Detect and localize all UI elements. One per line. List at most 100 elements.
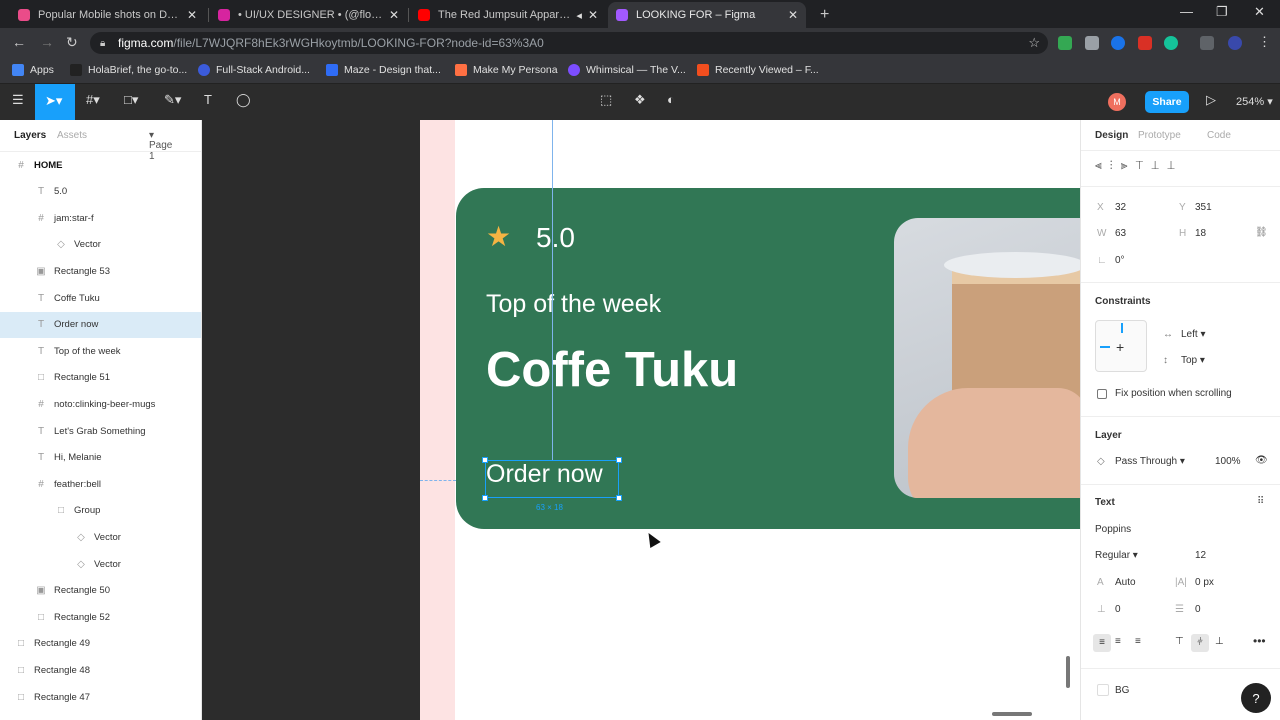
- bookmark-item[interactable]: Make My Persona: [455, 64, 558, 76]
- bookmark-item[interactable]: Apps: [12, 64, 54, 76]
- layer-row[interactable]: T Hi, Melanie: [0, 445, 201, 471]
- zoom-level[interactable]: 254% ▾: [1236, 95, 1273, 108]
- comment-tool-icon[interactable]: ◯: [236, 92, 251, 108]
- resize-handle[interactable]: [616, 495, 622, 501]
- present-icon[interactable]: ▷: [1206, 92, 1216, 108]
- extension-icon[interactable]: [1058, 36, 1072, 50]
- url-input[interactable]: 🔒︎ figma.com/file/L7WJQRF8hEk3rWGHkoytmb…: [90, 32, 1048, 54]
- bookmark-item[interactable]: HolaBrief, the go-to...: [70, 64, 187, 76]
- tab-design[interactable]: Design: [1095, 130, 1128, 141]
- letter-spacing-field[interactable]: 0 px: [1195, 577, 1214, 588]
- layer-row[interactable]: □ Rectangle 49: [0, 631, 201, 657]
- blend-mode-select[interactable]: Pass Through ▾: [1115, 456, 1185, 467]
- bookmark-item[interactable]: Maze - Design that...: [326, 64, 441, 76]
- layer-row[interactable]: ▣ Rectangle 50: [0, 578, 201, 604]
- page-selector[interactable]: Page 1 ▾: [149, 130, 172, 162]
- horizontal-scrollbar[interactable]: [992, 712, 1032, 716]
- align-right-icon[interactable]: ≡: [1135, 636, 1141, 647]
- grammarly-icon[interactable]: [1164, 36, 1178, 50]
- profile-icon[interactable]: [1228, 36, 1242, 50]
- help-button[interactable]: ?: [1241, 683, 1271, 713]
- paragraph-indent-field[interactable]: 0: [1195, 604, 1201, 615]
- horizontal-constraint-select[interactable]: Left ▾: [1181, 329, 1206, 340]
- w-field[interactable]: 63: [1115, 228, 1126, 239]
- font-size-field[interactable]: 12: [1195, 550, 1206, 561]
- frame-tool-icon[interactable]: #▾: [86, 92, 100, 108]
- eye-icon[interactable]: 👁︎: [1255, 455, 1268, 466]
- bookmark-star-icon[interactable]: ☆: [1028, 35, 1040, 51]
- layer-row[interactable]: □ Rectangle 52: [0, 604, 201, 630]
- back-icon[interactable]: ←: [12, 34, 26, 50]
- crop-icon[interactable]: ⬚: [600, 92, 612, 108]
- tab-prototype[interactable]: Prototype: [1138, 130, 1181, 141]
- vertical-scrollbar[interactable]: [1066, 656, 1070, 688]
- alignment-icons[interactable]: ⫷⫶⫸⊤⊥⊥: [1095, 158, 1183, 173]
- layer-row[interactable]: T Let's Grab Something: [0, 418, 201, 444]
- rating-text[interactable]: 5.0: [536, 222, 575, 254]
- reload-icon[interactable]: ↻: [66, 34, 78, 51]
- maximize-icon[interactable]: ❐: [1216, 4, 1228, 20]
- browser-tab[interactable]: The Red Jumpsuit Apparatus ◂ ✕: [410, 2, 606, 28]
- text-styles-icon[interactable]: ⠿: [1257, 496, 1264, 507]
- align-left-icon[interactable]: ≡: [1093, 634, 1111, 652]
- layer-row[interactable]: T Top of the week: [0, 338, 201, 364]
- close-icon[interactable]: ✕: [187, 8, 197, 22]
- resize-handle[interactable]: [482, 495, 488, 501]
- tab-assets[interactable]: Assets: [57, 130, 87, 141]
- layer-row[interactable]: ▣ Rectangle 53: [0, 258, 201, 284]
- main-menu-icon[interactable]: ☰: [12, 92, 24, 108]
- extension-icon[interactable]: [1138, 36, 1152, 50]
- bookmark-item[interactable]: Whimsical — The V...: [568, 64, 686, 76]
- avatar[interactable]: M: [1108, 93, 1126, 111]
- promo-card[interactable]: ★ 5.0 Top of the week Coffe Tuku Order n…: [456, 188, 1080, 529]
- y-field[interactable]: 351: [1195, 202, 1212, 213]
- opacity-field[interactable]: 100%: [1215, 456, 1241, 467]
- title-text[interactable]: Coffe Tuku: [486, 342, 738, 398]
- move-tool-button[interactable]: ➤▾: [35, 84, 75, 120]
- line-height-field[interactable]: Auto: [1115, 577, 1136, 588]
- align-bottom-icon[interactable]: ⊥: [1215, 636, 1224, 647]
- layer-row[interactable]: □ Rectangle 51: [0, 365, 201, 391]
- shape-tool-icon[interactable]: □▾: [124, 92, 138, 108]
- extension-icon[interactable]: [1085, 36, 1099, 50]
- layer-row[interactable]: □ Rectangle 47: [0, 684, 201, 710]
- browser-tab[interactable]: Popular Mobile shots on Dribbble✕: [10, 2, 205, 28]
- bookmark-item[interactable]: Full-Stack Android...: [198, 64, 310, 76]
- close-icon[interactable]: ✕: [588, 8, 598, 22]
- more-options-icon[interactable]: •••: [1253, 634, 1266, 648]
- x-field[interactable]: 32: [1115, 202, 1126, 213]
- window-close-icon[interactable]: ✕: [1254, 4, 1265, 20]
- tab-code[interactable]: Code: [1207, 130, 1231, 141]
- close-icon[interactable]: ✕: [788, 8, 798, 22]
- bg-swatch[interactable]: [1097, 684, 1109, 696]
- forward-icon[interactable]: →: [40, 34, 54, 50]
- bookmark-item[interactable]: Recently Viewed – F...: [697, 64, 819, 76]
- playlist-icon[interactable]: [1200, 36, 1214, 50]
- browser-tab[interactable]: • UI/UX DESIGNER • (@flowie.stu✕: [210, 2, 407, 28]
- constrain-proportions-icon[interactable]: ⛓: [1255, 227, 1268, 238]
- layer-row[interactable]: ◇ Vector: [0, 524, 201, 550]
- layer-row[interactable]: T 5.0: [0, 179, 201, 205]
- h-field[interactable]: 18: [1195, 228, 1206, 239]
- speaker-icon[interactable]: ◂: [576, 9, 582, 22]
- constraints-widget[interactable]: +: [1095, 320, 1147, 372]
- browser-menu-icon[interactable]: ⋮: [1258, 34, 1271, 50]
- layer-row[interactable]: □ Group: [0, 498, 201, 524]
- pen-tool-icon[interactable]: ✎▾: [164, 92, 181, 108]
- align-center-icon[interactable]: ≡: [1115, 636, 1121, 647]
- font-weight-select[interactable]: Regular ▾: [1095, 550, 1138, 561]
- paragraph-spacing-field[interactable]: 0: [1115, 604, 1121, 615]
- font-family-select[interactable]: Poppins: [1095, 524, 1131, 535]
- canvas[interactable]: ★ 5.0 Top of the week Coffe Tuku Order n…: [202, 120, 1080, 720]
- resize-handle[interactable]: [616, 457, 622, 463]
- align-top-icon[interactable]: ⊤: [1175, 636, 1184, 647]
- layer-row[interactable]: T Coffe Tuku: [0, 285, 201, 311]
- subtitle-text[interactable]: Top of the week: [486, 290, 661, 319]
- layer-row[interactable]: T Order now: [0, 311, 201, 338]
- browser-tab-active[interactable]: LOOKING FOR – Figma ✕: [608, 2, 806, 28]
- layer-row[interactable]: □ Rectangle 48: [0, 657, 201, 683]
- tab-layers[interactable]: Layers: [14, 130, 46, 141]
- layer-row[interactable]: ◇ Vector: [0, 232, 201, 258]
- layer-row[interactable]: # noto:clinking-beer-mugs: [0, 391, 201, 417]
- vertical-constraint-select[interactable]: Top ▾: [1181, 355, 1205, 366]
